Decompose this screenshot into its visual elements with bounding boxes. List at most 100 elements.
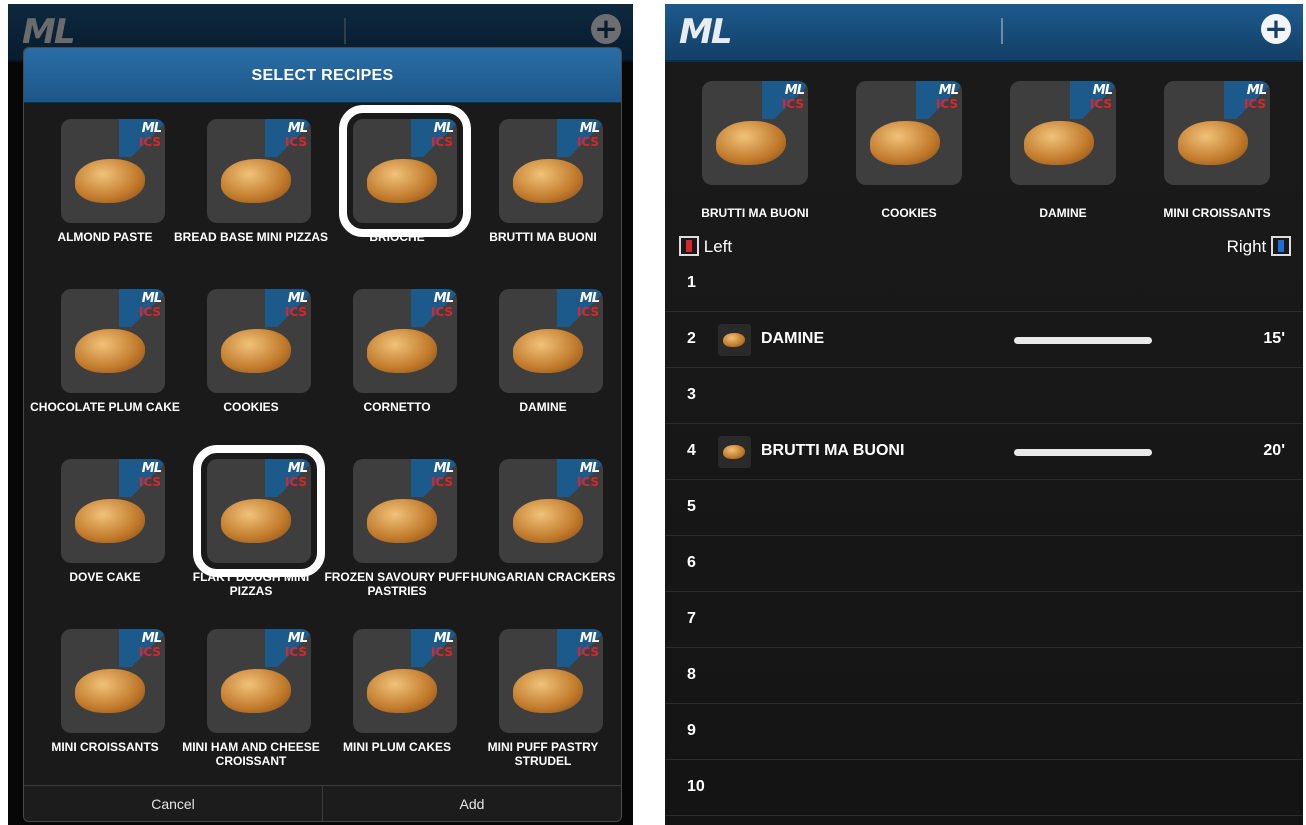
tray-row[interactable]: 10	[665, 760, 1303, 816]
cancel-button[interactable]: Cancel	[24, 786, 322, 821]
recipe-tile[interactable]: ML ICS MINI CROISSANTS	[32, 613, 178, 783]
badge-ics-text: ICS	[284, 475, 307, 489]
recipe-tile[interactable]: ML ICS BREAD BASE MINI PIZZAS	[174, 103, 328, 273]
tray-row[interactable]: 5	[665, 480, 1303, 536]
recipe-thumbnail[interactable]: ML ICS	[193, 445, 325, 577]
badge-ics-text: ICS	[1243, 97, 1266, 111]
recipe-thumbnail[interactable]: ML ICS	[207, 119, 311, 223]
recipe-label: DOVE CAKE	[69, 570, 141, 584]
selected-recipe-tile[interactable]: ML ICS MINI CROISSANTS	[1140, 76, 1294, 226]
recipe-tile[interactable]: ML ICS COOKIES	[178, 273, 324, 443]
badge-ml-text: ML	[141, 631, 162, 646]
recipe-thumbnail[interactable]: ML ICS	[339, 105, 471, 237]
recipe-label: CORNETTO	[363, 400, 431, 414]
recipe-thumbnail[interactable]: ML ICS	[61, 629, 165, 733]
recipe-thumbnail[interactable]: ML ICS	[499, 119, 603, 223]
recipe-thumbnail[interactable]: ML ICS	[207, 629, 311, 733]
badge-ics-text: ICS	[935, 97, 958, 111]
ml-ics-badge: ML ICS	[557, 629, 603, 667]
tray-row[interactable]: 4 BRUTTI MA BUONI 20'	[665, 424, 1303, 480]
recipe-photo	[75, 159, 145, 203]
selected-recipe-tile[interactable]: ML ICS COOKIES	[832, 76, 986, 226]
select-recipes-dialog: SELECT RECIPES ML ICS ALMOND PASTE ML ICS BRE…	[23, 47, 622, 822]
recipe-thumbnail[interactable]: ML ICS	[1164, 81, 1270, 185]
recipe-tile[interactable]: ML ICS DAMINE	[470, 273, 616, 443]
badge-ics-text: ICS	[430, 475, 453, 489]
recipe-tile[interactable]: ML ICS MINI PUFF PASTRY STRUDEL	[470, 613, 616, 783]
badge-ics-text: ICS	[138, 305, 161, 319]
tray-number: 2	[687, 330, 696, 347]
badge-ml-text: ML	[1092, 83, 1113, 98]
badge-ics-text: ICS	[138, 475, 161, 489]
selected-recipe-tile[interactable]: ML ICS BRUTTI MA BUONI	[678, 76, 832, 226]
app-bar-divider	[1001, 18, 1003, 44]
recipe-photo	[513, 499, 583, 543]
tray-time: 15'	[1263, 330, 1285, 347]
recipe-thumbnail[interactable]: ML ICS	[1010, 81, 1116, 185]
ml-ics-badge: ML ICS	[1224, 81, 1270, 119]
badge-ml-text: ML	[433, 631, 454, 646]
recipe-thumbnail[interactable]: ML ICS	[702, 81, 808, 185]
recipe-thumbnail[interactable]: ML ICS	[61, 289, 165, 393]
recipe-thumbnail[interactable]: ML ICS	[353, 289, 457, 393]
badge-ml-text: ML	[433, 121, 454, 136]
tray-row[interactable]: 2 DAMINE 15'	[665, 312, 1303, 368]
right-checkbox[interactable]	[1271, 236, 1291, 256]
recipe-thumbnail[interactable]: ML ICS	[499, 459, 603, 563]
badge-ics-text: ICS	[576, 305, 599, 319]
tray-row[interactable]: 3	[665, 368, 1303, 424]
recipe-label: COOKIES	[223, 400, 279, 414]
recipe-thumbnail[interactable]: ML ICS	[61, 459, 165, 563]
recipe-label: ALMOND PASTE	[57, 230, 153, 244]
badge-ics-text: ICS	[284, 645, 307, 659]
recipe-selection-screen: ML + SELECT RECIPES MLICSALMOND PASTEMLI…	[8, 4, 633, 825]
badge-ml-text: ML	[287, 121, 308, 136]
recipe-thumbnail[interactable]: ML ICS	[353, 459, 457, 563]
tray-row[interactable]: 1	[665, 256, 1303, 312]
recipe-label: MINI CROISSANTS	[1163, 206, 1271, 220]
recipe-tile[interactable]: ML ICS CORNETTO	[324, 273, 470, 443]
recipe-tile[interactable]: ML ICS MINI PLUM CAKES	[324, 613, 470, 783]
tray-row[interactable]: 6	[665, 536, 1303, 592]
recipe-tile[interactable]: ML ICS BRIOCHE	[324, 103, 471, 273]
tray-number: 9	[687, 722, 696, 739]
recipe-tile[interactable]: ML ICS HUNGARIAN CRACKERS	[470, 443, 616, 613]
recipe-thumbnail[interactable]: ML ICS	[856, 81, 962, 185]
ml-ics-badge: ML ICS	[762, 81, 808, 119]
recipe-tile[interactable]: ML ICS ALMOND PASTE	[32, 103, 178, 273]
tray-recipe-name: BRUTTI MA BUONI	[761, 442, 905, 459]
recipe-tile[interactable]: ML ICS FLAKY DOUGH MINI PIZZAS	[178, 443, 325, 613]
recipe-thumbnail[interactable]: ML ICS	[353, 629, 457, 733]
recipe-tile[interactable]: ML ICS MINI HAM AND CHEESE CROISSANT	[178, 613, 324, 783]
ml-ics-badge: ML ICS	[411, 289, 457, 327]
left-side-toggle[interactable]: Left	[679, 236, 732, 257]
recipe-thumbnail[interactable]: ML ICS	[499, 289, 603, 393]
right-side-toggle[interactable]: Right	[1227, 236, 1291, 257]
recipe-thumbnail[interactable]: ML ICS	[207, 289, 311, 393]
badge-ml-text: ML	[287, 461, 308, 476]
badge-ml-text: ML	[141, 291, 162, 306]
app-logo: ML	[679, 12, 732, 52]
recipe-label: FROZEN SAVOURY PUFF PASTRIES	[324, 570, 470, 598]
left-checkbox[interactable]	[679, 236, 699, 256]
add-button[interactable]: Add	[322, 786, 621, 821]
recipe-label: DAMINE	[519, 400, 567, 414]
badge-ml-text: ML	[938, 83, 959, 98]
tray-row[interactable]: 9	[665, 704, 1303, 760]
recipe-label: BRUTTI MA BUONI	[701, 206, 809, 220]
recipe-tile[interactable]: ML ICS CHOCOLATE PLUM CAKE	[30, 273, 180, 443]
ml-ics-badge: ML ICS	[265, 289, 311, 327]
ml-ics-badge: ML ICS	[557, 289, 603, 327]
tray-row[interactable]: 8	[665, 648, 1303, 704]
recipe-tile[interactable]: ML ICS FROZEN SAVOURY PUFF PASTRIES	[324, 443, 470, 613]
recipe-tile[interactable]: ML ICS DOVE CAKE	[32, 443, 178, 613]
add-icon[interactable]: +	[1261, 14, 1291, 44]
recipe-thumbnail[interactable]: ML ICS	[499, 629, 603, 733]
dialog-title: SELECT RECIPES	[24, 48, 621, 103]
recipe-label: BRUTTI MA BUONI	[489, 230, 597, 244]
selected-recipe-tile[interactable]: ML ICS DAMINE	[986, 76, 1140, 226]
tray-row[interactable]: 7	[665, 592, 1303, 648]
program-screen: ML + ML ICS BRUTTI MA BUONI ML ICS COOKIES ML I…	[665, 4, 1303, 825]
recipe-tile[interactable]: ML ICS BRUTTI MA BUONI	[470, 103, 616, 273]
recipe-thumbnail[interactable]: ML ICS	[61, 119, 165, 223]
